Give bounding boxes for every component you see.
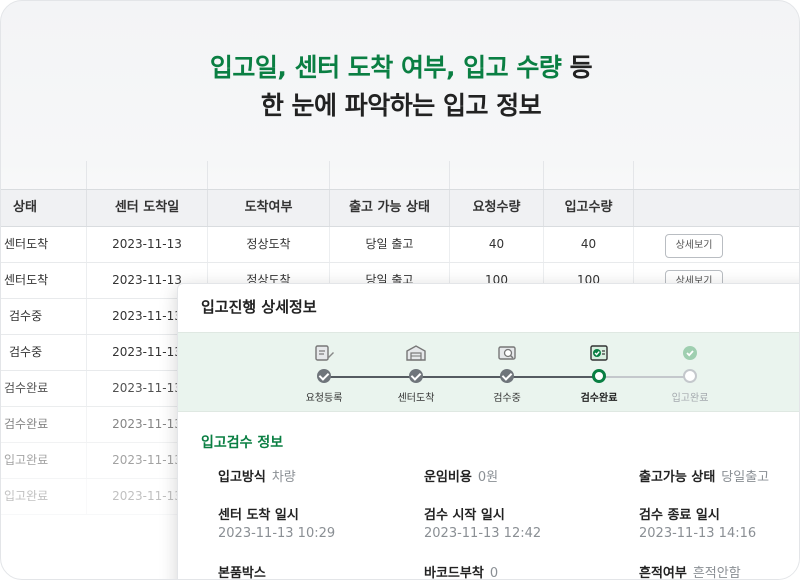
field-value: 당일출고 (721, 470, 770, 485)
step-label: 입고완료 (671, 393, 709, 404)
step-arrival: 센터도착 (376, 343, 456, 404)
cell-date: 2023-11-13 (87, 227, 208, 262)
cell-received: 40 (544, 227, 634, 262)
step-complete: 입고완료 (650, 343, 730, 404)
step-inspected: 검수완료 (559, 343, 639, 404)
field-label: 운임비용 (424, 470, 472, 485)
cell-status: 센터도착 (1, 227, 87, 262)
field-value: 2023-11-13 12:42 (424, 526, 542, 541)
col-header-requested: 요청수량 (450, 190, 544, 226)
col-header-action (634, 190, 799, 226)
field-freight: 운임비용 0원 (424, 466, 498, 485)
inspection-box-icon (498, 346, 516, 360)
cell-release: 당일 출고 (330, 227, 450, 262)
cell-status: 센터도착 (1, 263, 87, 298)
checked-document-icon (590, 345, 608, 361)
table-header: 상태 센터 도착일 도착여부 출고 가능 상태 요청수량 입고수량 (1, 189, 799, 227)
cell-status: 검수완료 (1, 407, 87, 442)
progress-stepper: 요청등록 센터도착 검수중 검수완료 입고완료 (178, 332, 799, 412)
step-label: 검수중 (493, 393, 521, 404)
field-barcode: 바코드부착 0 (424, 562, 499, 580)
field-label: 검수 시작 일시 (424, 508, 505, 523)
cell-arrival: 정상도착 (208, 227, 330, 262)
field-label: 검수 종료 일시 (639, 508, 720, 523)
modal-title: 입고진행 상세정보 (201, 298, 317, 316)
field-value: 차량 (271, 470, 296, 485)
screen-frame: 입고일, 센터 도착 여부, 입고 수량 등 한 눈에 파악하는 입고 정보 상… (0, 0, 800, 580)
step-label: 요청등록 (305, 393, 343, 404)
col-header-release: 출고 가능 상태 (330, 190, 450, 226)
field-method: 입고방식 차량 (218, 466, 296, 485)
field-value: 흔적안함 (692, 566, 741, 580)
headline-subtitle: 한 눈에 파악하는 입고 정보 (260, 91, 542, 120)
step-check (409, 369, 423, 383)
field-value: 2023-11-13 14:16 (639, 526, 757, 541)
cell-status: 검수중 (1, 335, 87, 370)
section-title: 입고검수 정보 (201, 435, 284, 451)
headline-rest: 등 (561, 53, 593, 82)
step-inspecting: 검수중 (467, 343, 547, 404)
step-check (317, 369, 331, 383)
field-label: 출고가능 상태 (639, 470, 716, 485)
step-current-indicator (592, 369, 606, 383)
field-trace: 흔적여부 흔적안함 (639, 562, 741, 580)
cell-status: 검수중 (1, 299, 87, 334)
col-header-received: 입고수량 (544, 190, 634, 226)
field-inspect-end: 검수 종료 일시 2023-11-13 14:16 (639, 504, 756, 541)
step-label: 검수완료 (580, 393, 618, 404)
detail-modal: 입고진행 상세정보 요청등록 센터도착 검수중 검수완료 입고완료 입고검수 정… (177, 283, 799, 580)
step-pending-indicator (683, 369, 697, 383)
field-value: 0 (489, 566, 499, 580)
cell-requested: 40 (450, 227, 544, 262)
col-header-date: 센터 도착일 (87, 190, 208, 226)
detail-button[interactable]: 상세보기 (665, 234, 723, 258)
headline: 입고일, 센터 도착 여부, 입고 수량 등 한 눈에 파악하는 입고 정보 (1, 50, 799, 124)
cell-status: 입고완료 (1, 443, 87, 478)
field-box: 본품박스 (218, 562, 272, 580)
field-label: 바코드부착 (424, 566, 484, 580)
cell-status: 입고완료 (1, 479, 87, 514)
field-label: 본품박스 (218, 566, 266, 580)
table-row[interactable]: 센터도착 2023-11-13 정상도착 당일 출고 40 40 상세보기 (1, 227, 799, 263)
field-arrival-time: 센터 도착 일시 2023-11-13 10:29 (218, 504, 335, 541)
check-circle-icon (683, 346, 697, 360)
field-inspect-start: 검수 시작 일시 2023-11-13 12:42 (424, 504, 541, 541)
cell-status: 검수완료 (1, 371, 87, 406)
field-label: 흔적여부 (639, 566, 687, 580)
clipboard-pen-icon (315, 345, 334, 361)
step-check (500, 369, 514, 383)
field-value: 2023-11-13 10:29 (218, 526, 336, 541)
headline-highlight: 입고일, 센터 도착 여부, 입고 수량 (209, 53, 562, 82)
warehouse-icon (406, 345, 426, 361)
step-label: 센터도착 (397, 393, 435, 404)
field-label: 센터 도착 일시 (218, 508, 299, 523)
field-release: 출고가능 상태 당일출고 (639, 466, 769, 485)
field-value: 0원 (477, 470, 499, 485)
col-header-arrival: 도착여부 (208, 190, 330, 226)
step-request: 요청등록 (284, 343, 364, 404)
field-label: 입고방식 (218, 470, 266, 485)
stepper-line-done (324, 376, 598, 378)
col-header-status: 상태 (1, 190, 87, 226)
